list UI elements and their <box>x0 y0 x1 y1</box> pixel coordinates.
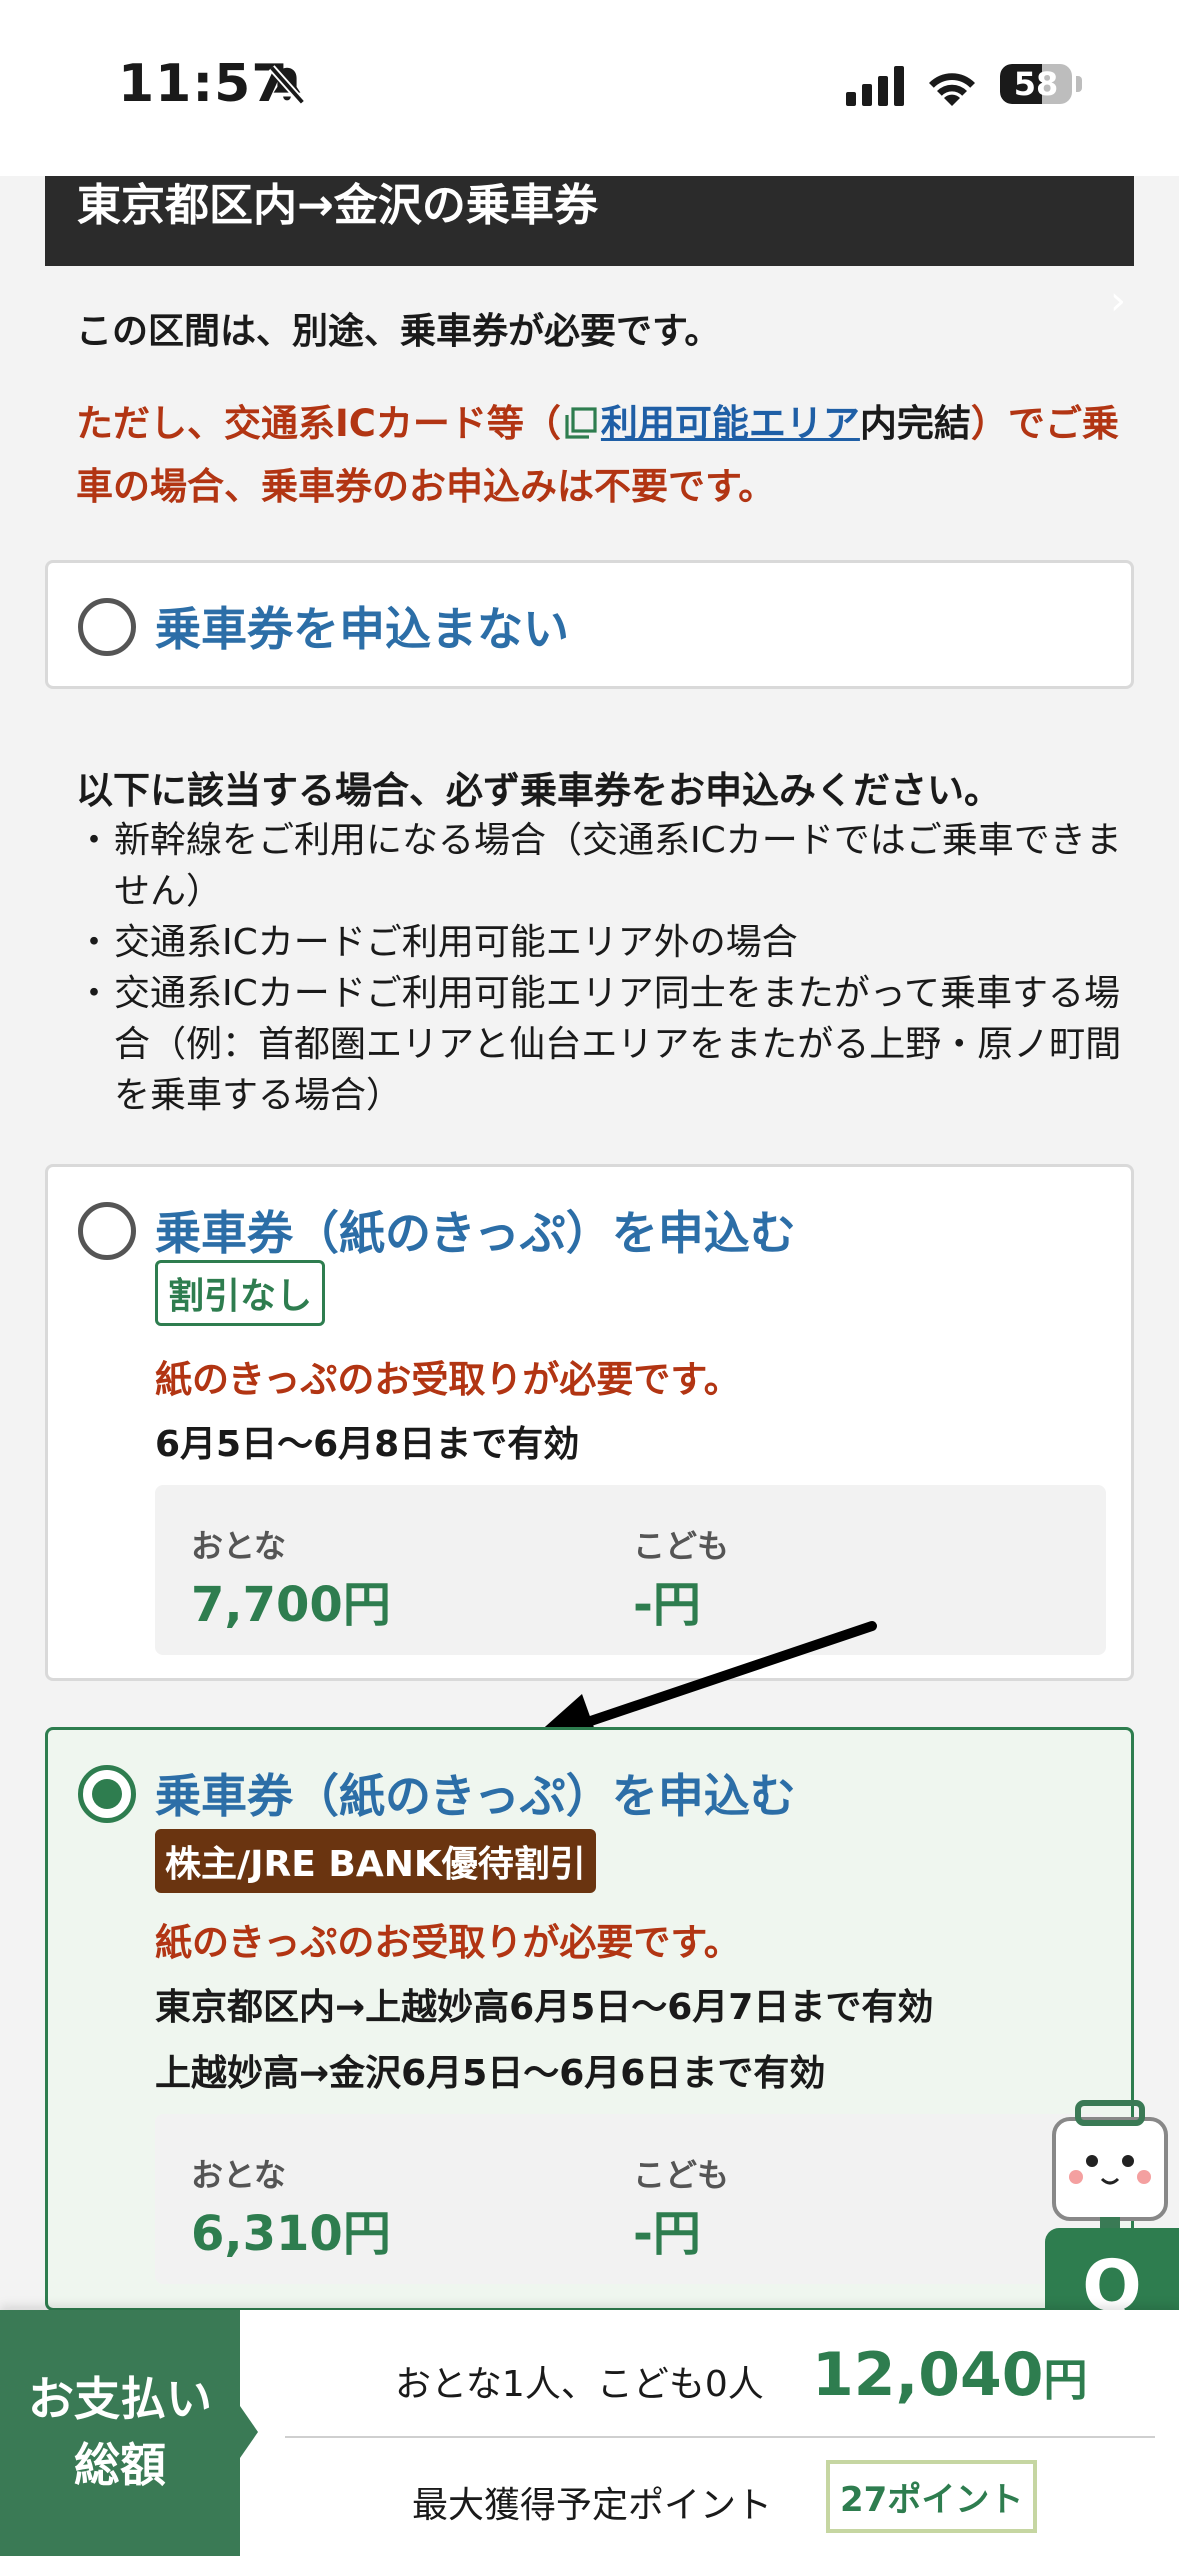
battery-icon: 58 <box>1000 64 1072 104</box>
validity-period-2: 上越妙高→金沢6月5日〜6月6日まで有効 <box>155 2053 826 2094</box>
points-badge: 27ポイント <box>826 2460 1038 2533</box>
child-price: -円 <box>633 2206 701 2262</box>
ic-card-warning: ただし、交通系ICカード等（ 利用可能エリア内完結）でご乗車の場合、乗車券のお申込… <box>76 392 1126 518</box>
signal-icon <box>846 66 904 106</box>
child-label: こども <box>633 2156 730 2194</box>
battery-tip <box>1076 76 1082 92</box>
footer-divider <box>285 2436 1155 2438</box>
list-item: 交通系ICカードご利用可能エリア外の場合 <box>76 917 1126 968</box>
adult-price: 6,310円 <box>191 2206 391 2262</box>
adult-label: おとな <box>191 2156 287 2194</box>
status-bar: 11:57 58 <box>0 0 1179 176</box>
option-paper-ticket-label: 乗車券（紙のきっぷ）を申込む <box>155 1206 796 1260</box>
option-paper-ticket[interactable]: 乗車券（紙のきっぷ）を申込む 割引なし 紙のきっぷのお受取りが必要です。 6月5… <box>45 1164 1134 1681</box>
external-link-icon <box>565 407 597 439</box>
option-discount-ticket-label: 乗車券（紙のきっぷ）を申込む <box>155 1769 796 1823</box>
chevron-right-icon[interactable]: › <box>1110 278 1126 324</box>
radio-discount-ticket[interactable] <box>78 1765 136 1823</box>
shareholder-discount-badge: 株主/JRE BANK優待割引 <box>155 1829 596 1893</box>
warning-text-pre: ただし、交通系ICカード等（ <box>76 402 561 445</box>
payment-total-line1: お支払い <box>28 2372 212 2426</box>
warning-text-inner: 内完結 <box>859 402 971 445</box>
ticket-required-note: この区間は、別途、乗車券が必要です。 <box>76 311 721 352</box>
total-amount-value: 12,040 <box>812 2340 1044 2410</box>
status-time: 11:57 <box>118 54 289 114</box>
section-header: 東京都区内→金沢の乗車券 <box>45 176 1134 266</box>
info-list: 新幹線をご利用になる場合（交通系ICカードではご乗車できません） 交通系ICカー… <box>76 815 1126 1121</box>
child-label: こども <box>633 1527 730 1565</box>
paper-pickup-note: 紙のきっぷのお受取りが必要です。 <box>155 1358 741 1401</box>
option-no-ticket[interactable]: 乗車券を申込まない <box>45 560 1134 689</box>
payment-total-line2: 総額 <box>74 2438 166 2492</box>
no-discount-badge: 割引なし <box>155 1260 326 1326</box>
adult-label: おとな <box>191 1527 287 1565</box>
mascot-icon[interactable] <box>1040 2095 1179 2235</box>
pay-total-pointer <box>240 2406 258 2458</box>
payment-total-label: お支払い 総額 <box>0 2310 240 2556</box>
points-label: 最大獲得予定ポイント <box>412 2485 773 2526</box>
battery-percentage: 58 <box>1013 65 1059 103</box>
paper-pickup-note: 紙のきっぷのお受取りが必要です。 <box>155 1921 741 1964</box>
adult-price: 7,700円 <box>191 1577 391 1633</box>
price-box: おとな 6,310円 こども -円 <box>155 2114 1106 2284</box>
validity-period: 6月5日〜6月8日まで有効 <box>155 1424 580 1465</box>
passenger-count: おとな1人、こども0人 <box>395 2364 764 2405</box>
radio-no-ticket[interactable] <box>78 598 136 656</box>
total-amount-unit: 円 <box>1043 2355 1088 2406</box>
total-amount: 12,040円 <box>812 2340 1088 2410</box>
payment-footer: お支払い 総額 おとな1人、こども0人 12,040円 最大獲得予定ポイント 2… <box>0 2310 1179 2556</box>
wifi-icon <box>929 73 975 106</box>
option-discount-ticket[interactable]: 乗車券（紙のきっぷ）を申込む 株主/JRE BANK優待割引 紙のきっぷのお受取… <box>45 1727 1134 2311</box>
validity-period-1: 東京都区内→上越妙高6月5日〜6月7日まで有効 <box>155 1987 934 2028</box>
available-area-link[interactable]: 利用可能エリア <box>601 402 860 445</box>
list-item: 交通系ICカードご利用可能エリア同士をまたがって乗車する場合（例：首都圏エリアと… <box>76 968 1126 1121</box>
info-title: 以下に該当する場合、必ず乗車券をお申込みください。 <box>76 769 1001 812</box>
option-no-ticket-label: 乗車券を申込まない <box>155 602 569 656</box>
bell-muted-icon <box>268 65 306 105</box>
list-item: 新幹線をご利用になる場合（交通系ICカードではご乗車できません） <box>76 815 1126 917</box>
radio-paper-ticket[interactable] <box>78 1202 136 1260</box>
